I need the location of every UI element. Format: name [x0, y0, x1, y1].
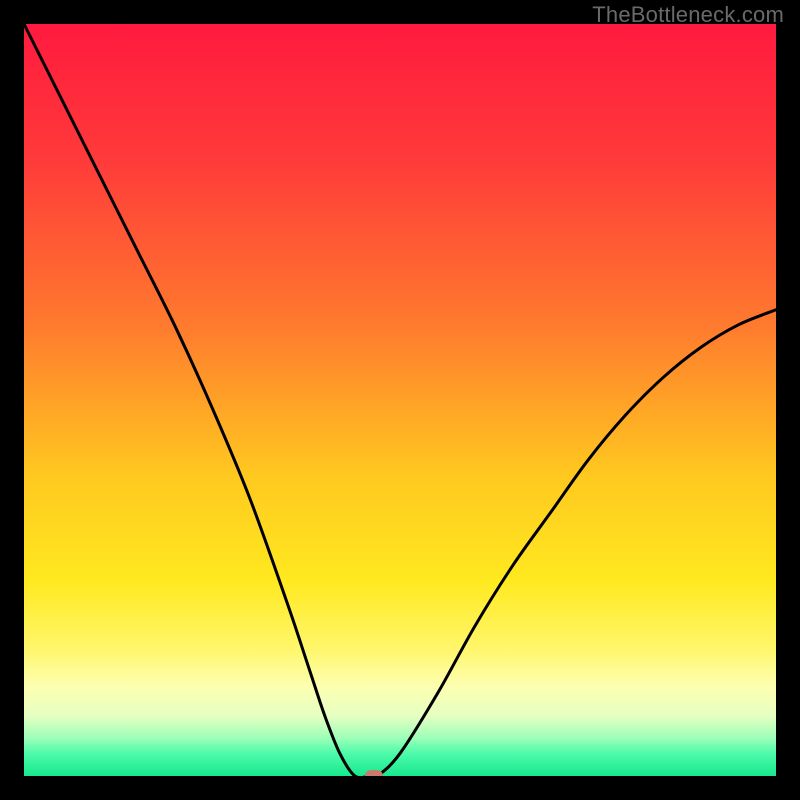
plot-area [24, 24, 776, 776]
curve-svg [24, 24, 776, 776]
optimum-marker-icon [365, 770, 383, 776]
outer-frame: TheBottleneck.com [0, 0, 800, 800]
bottleneck-curve [24, 24, 776, 776]
